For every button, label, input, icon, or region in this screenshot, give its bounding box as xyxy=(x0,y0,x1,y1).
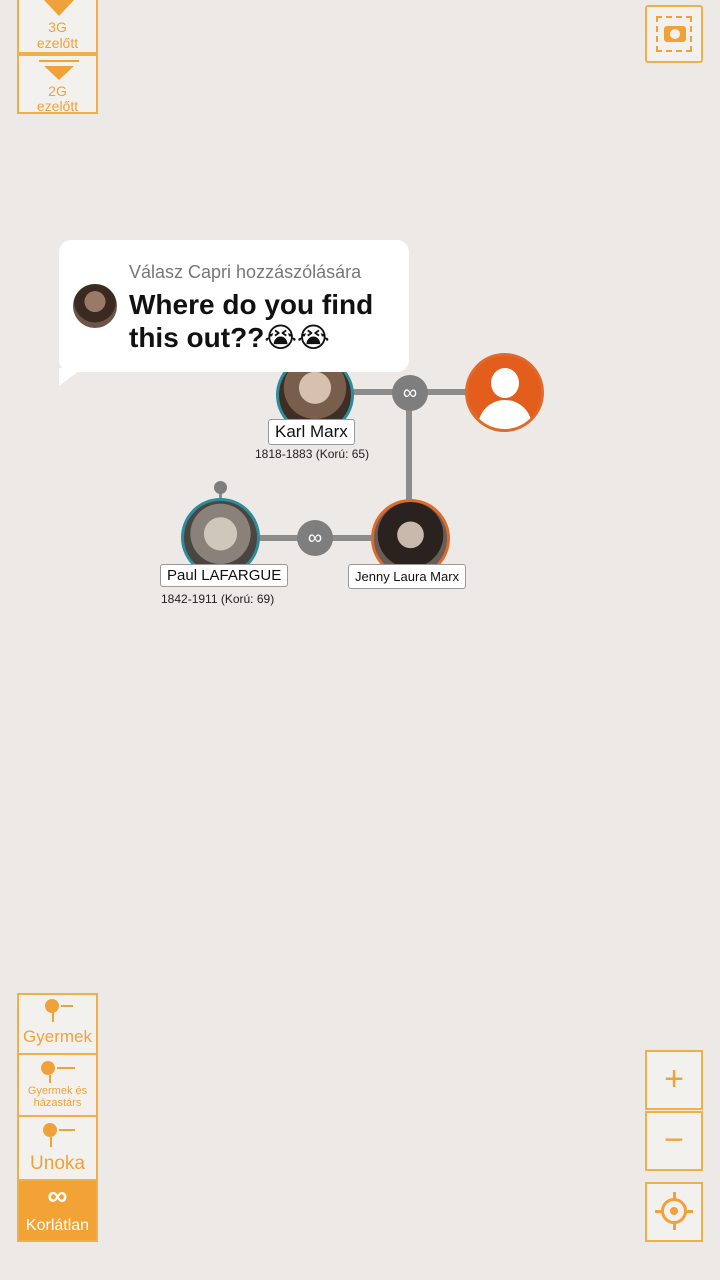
filter-children-spouse-button[interactable]: Gyermek és házastárs xyxy=(17,1053,98,1117)
recenter-button[interactable] xyxy=(645,1182,703,1242)
person-karl-marx-years: 1818-1883 (Korú: 65) xyxy=(255,447,370,461)
minus-icon: − xyxy=(664,1121,684,1159)
screenshot-button[interactable] xyxy=(645,5,703,63)
infinity-icon: ∞ xyxy=(47,1180,68,1211)
filter-grandchildren-button[interactable]: Unoka xyxy=(17,1115,98,1181)
commenter-avatar xyxy=(73,284,117,328)
filter-children-label: Gyermek xyxy=(23,1027,92,1046)
triangle-down-icon xyxy=(44,66,74,80)
gen-2-sub-label: ezelőtt xyxy=(36,98,79,114)
plus-icon: + xyxy=(664,1060,684,1098)
zoom-out-button[interactable]: − xyxy=(645,1111,703,1171)
comment-text: Where do you find this out??😭😭 xyxy=(129,289,374,353)
filter-unlimited-button[interactable]: ∞ Korlátlan xyxy=(17,1179,98,1242)
gen-3-label: 3G xyxy=(48,19,67,35)
camera-icon xyxy=(664,26,686,42)
parent-stub-dot[interactable] xyxy=(214,481,227,494)
double-line-icon xyxy=(39,60,79,62)
zoom-in-button[interactable]: + xyxy=(645,1050,703,1110)
tree-node-icon xyxy=(45,999,59,1013)
tree-node-icon xyxy=(41,1061,55,1075)
person-paul-lafargue-years: 1842-1911 (Korú: 69) xyxy=(161,592,275,606)
filter-unlimited-label: Korlátlan xyxy=(25,1217,90,1234)
generation-2-back-button[interactable]: 2G ezelőtt xyxy=(17,54,98,114)
filter-grandchildren-label: Unoka xyxy=(30,1153,85,1174)
reply-to-label: Válasz Capri hozzászólására xyxy=(129,262,362,282)
person-jenny-laura-marx-name[interactable]: Jenny Laura Marx xyxy=(348,564,467,589)
person-silhouette-icon xyxy=(491,368,519,398)
gen-3-sub-label: ezelőtt xyxy=(36,35,79,51)
gen-2-label: 2G xyxy=(48,83,67,99)
filter-children-spouse-label: Gyermek és házastárs xyxy=(27,1085,88,1109)
person-unknown-avatar[interactable] xyxy=(465,353,544,432)
marriage-link-icon[interactable]: ∞ xyxy=(297,520,333,556)
tree-node-icon xyxy=(43,1123,57,1137)
comment-reply-bubble: Válasz Capri hozzászólására Where do you… xyxy=(59,240,409,372)
person-paul-lafargue-name[interactable]: Paul LAFARGUE xyxy=(160,564,289,587)
person-karl-marx-name[interactable]: Karl Marx xyxy=(268,419,355,445)
generation-3-back-button[interactable]: 3G ezelőtt xyxy=(17,0,98,54)
filter-children-button[interactable]: Gyermek xyxy=(17,993,98,1055)
triangle-down-icon xyxy=(44,0,74,16)
marriage-link-icon[interactable]: ∞ xyxy=(392,375,428,411)
